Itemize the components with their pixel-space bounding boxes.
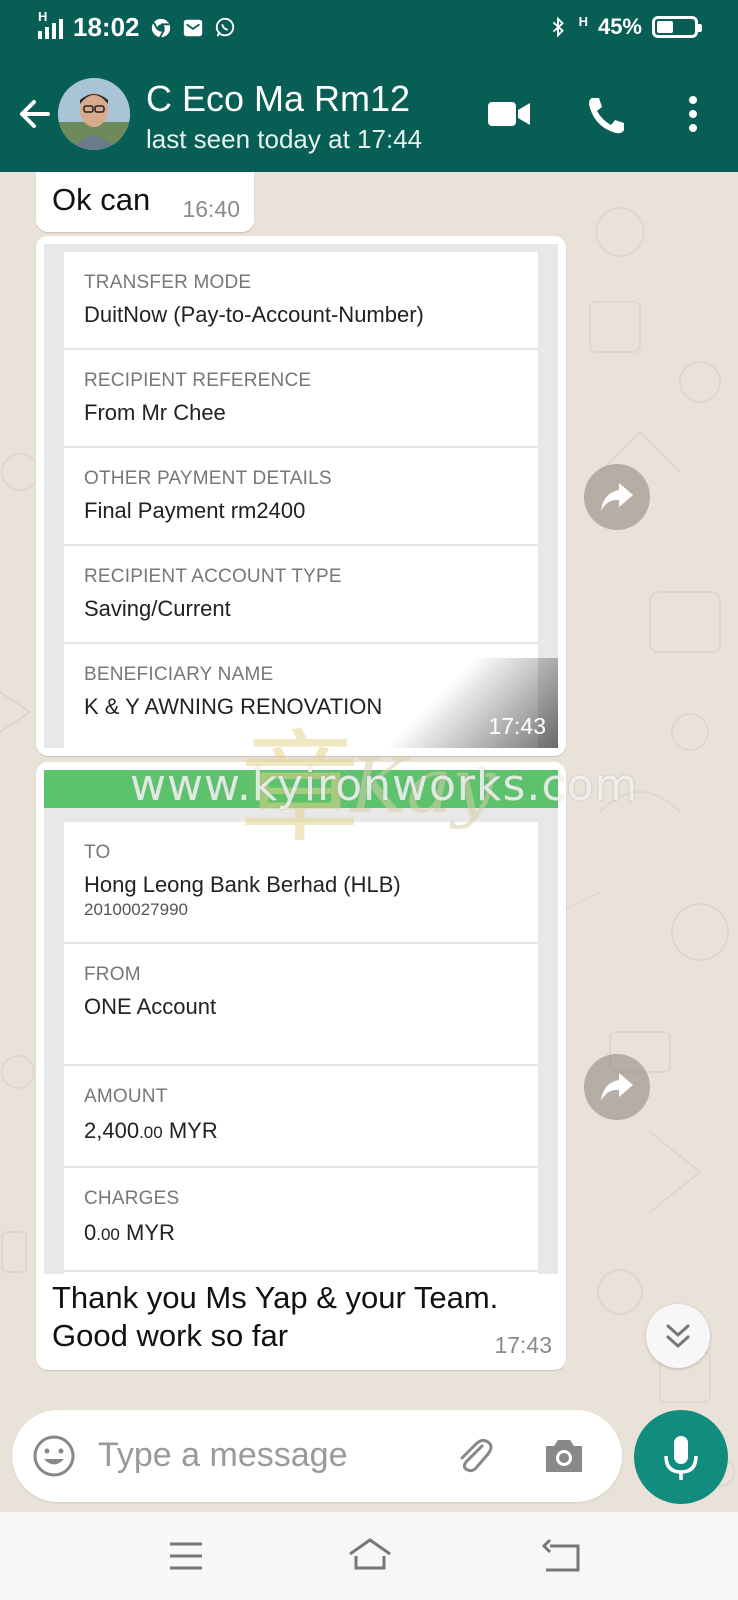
field-label: RECIPIENT ACCOUNT TYPE [84,566,342,587]
home-icon[interactable] [346,1534,394,1574]
network-type: H [38,8,48,24]
forward-button[interactable] [584,1054,650,1120]
message-time: 16:40 [182,196,240,222]
status-bar: H 18:02 H 45% [0,0,738,58]
double-chevron-down-icon [666,1324,690,1349]
field-label: OTHER PAYMENT DETAILS [84,468,332,489]
field-charges: CHARGES 0.00 MYR [64,1168,538,1272]
last-seen-status: last seen today at 17:44 [146,124,423,154]
camera-icon[interactable] [542,1434,586,1478]
whatsapp-icon [215,17,234,37]
network-type-secondary: H [578,13,588,29]
charges-decimal: .00 [96,1225,120,1244]
phone-icon[interactable] [584,94,630,134]
bluetooth-icon [552,16,564,38]
message-text: Ok can [52,182,151,217]
contact-name[interactable]: C Eco Ma Rm12 [146,78,410,120]
field-value: Saving/Current [84,596,231,621]
chrome-icon [151,18,170,38]
video-call-icon[interactable] [486,94,532,134]
field-value: Final Payment rm2400 [84,498,306,523]
caption-line-1: Thank you Ms Yap & your Team. [52,1280,499,1315]
field-value: 0.00 MYR [84,1220,175,1246]
chat-header: C Eco Ma Rm12 last seen today at 17:44 [0,58,738,172]
field-value: 2,400.00 MYR [84,1118,218,1144]
watermark-text: www.kyironworks.com [130,760,639,811]
field-recipient-account-type: RECIPIENT ACCOUNT TYPE Saving/Current [64,546,538,644]
forward-icon [601,1073,633,1101]
field-label: FROM [84,964,141,985]
field-from: FROM ONE Account [64,944,538,1066]
signal-icon: H [38,9,63,39]
caption-line-2: Good work so far [52,1318,289,1353]
message-time: 17:43 [494,1332,552,1358]
clock: 18:02 [73,12,140,42]
field-value: DuitNow (Pay-to-Account-Number) [84,302,424,327]
field-value: From Mr Chee [84,400,226,425]
amount-decimal: .00 [139,1123,163,1142]
field-amount: AMOUNT 2,400.00 MYR [64,1066,538,1168]
receipt-image[interactable]: TRANSFER MODE DuitNow (Pay-to-Account-Nu… [44,244,558,748]
forward-icon [601,483,633,511]
battery-icon [652,16,702,38]
receipt-card: TO Hong Leong Bank Berhad (HLB) 20100027… [64,822,538,1274]
field-transfer-mode: TRANSFER MODE DuitNow (Pay-to-Account-Nu… [64,252,538,350]
field-recipient-reference: RECIPIENT REFERENCE From Mr Chee [64,350,538,448]
image-message-receipt-1[interactable]: TRANSFER MODE DuitNow (Pay-to-Account-Nu… [36,236,566,756]
field-label: BENEFICIARY NAME [84,664,274,685]
avatar[interactable] [58,78,130,150]
system-nav-bar [0,1512,738,1600]
back-nav-icon[interactable] [540,1536,584,1576]
amount-currency: MYR [168,1118,218,1143]
more-vert-icon[interactable] [670,94,716,134]
battery-percent: 45% [597,14,642,39]
voice-record-button[interactable] [634,1410,728,1504]
field-other-payment-details: OTHER PAYMENT DETAILS Final Payment rm24… [64,448,538,546]
attach-icon[interactable] [452,1434,496,1478]
field-label: AMOUNT [84,1086,168,1107]
message-input[interactable]: Type a message [98,1436,347,1475]
field-value: ONE Account [84,994,217,1019]
charges-integer: 0 [84,1220,97,1245]
chat-area[interactable]: Ok can 16:40 TRANSFER MODE DuitNow (Pay-… [0,172,738,1512]
field-label: RECIPIENT REFERENCE [84,370,312,391]
gmail-icon [183,19,202,36]
amount-integer: 2,400 [84,1118,140,1143]
microphone-icon [664,1436,698,1480]
back-arrow-icon[interactable] [14,94,54,134]
field-label: TRANSFER MODE [84,272,252,293]
message-input-bar: Type a message [12,1410,622,1502]
forward-button[interactable] [584,464,650,530]
menu-icon[interactable] [166,1536,206,1576]
message-bubble-ok-can[interactable]: Ok can 16:40 [36,172,254,232]
account-number: 20100027990 [84,900,189,919]
field-label: CHARGES [84,1188,180,1209]
charges-currency: MYR [126,1220,175,1245]
field-value: Hong Leong Bank Berhad (HLB) [84,872,401,897]
scroll-to-bottom-button[interactable] [646,1304,710,1368]
field-label: TO [84,842,111,863]
emoji-icon[interactable] [32,1434,76,1478]
